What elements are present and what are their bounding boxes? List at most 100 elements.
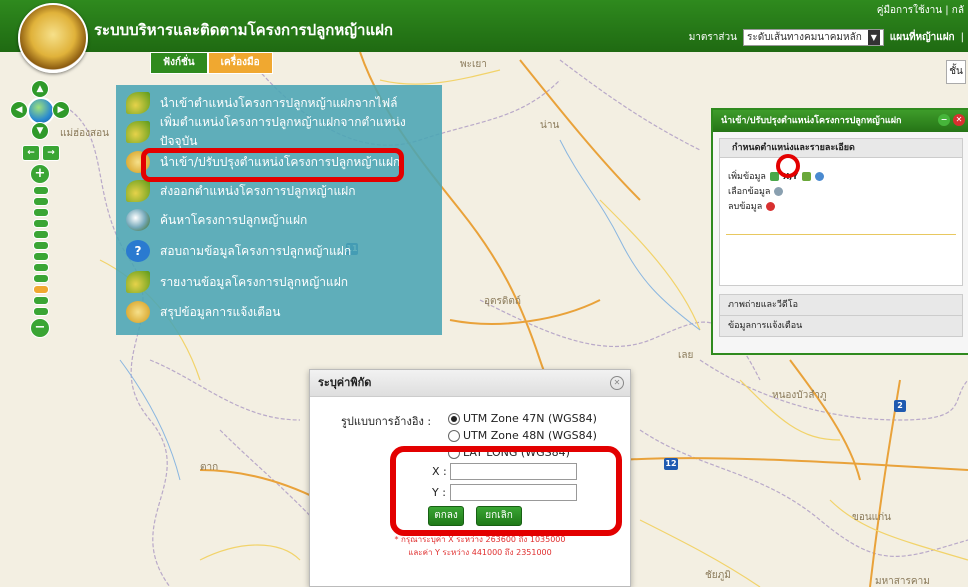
menu-item-report[interactable]: รายงานข้อมูลโครงการปลูกหญ้าแฝก bbox=[126, 269, 348, 295]
tab-function[interactable]: ฟังก์ชั่น bbox=[150, 52, 208, 74]
history-controls: ← → bbox=[22, 143, 60, 163]
map-label: น่าน bbox=[540, 120, 560, 131]
layer-button[interactable]: ชั้น bbox=[946, 60, 966, 84]
question-icon: ? bbox=[126, 240, 150, 262]
panel-title-text: นำเข้า/ปรับปรุงตำแหน่งโครงการปลูกหญ้าแฝก bbox=[721, 116, 902, 126]
select-data-label: เลือกข้อมูล bbox=[728, 187, 771, 197]
menu-item-search[interactable]: ค้นหาโครงการปลูกหญ้าแฝก bbox=[126, 207, 307, 233]
y-range-note: และค่า Y ระหว่าง 441000 ถึง 2351000 bbox=[408, 548, 552, 557]
map-label: อุตรดิตถ์ bbox=[484, 296, 521, 307]
zoom-level[interactable] bbox=[33, 241, 49, 250]
add-data-row: เพิ่มข้อมูล X,Y bbox=[728, 169, 824, 183]
search-icon bbox=[126, 209, 150, 231]
map-label: พะเยา bbox=[460, 59, 487, 70]
zoom-level[interactable] bbox=[33, 230, 49, 239]
zoom-level[interactable] bbox=[33, 186, 49, 195]
zoom-level[interactable] bbox=[33, 296, 49, 305]
zoom-control: + − bbox=[30, 162, 52, 340]
forward-arrow-icon[interactable]: → bbox=[42, 145, 60, 161]
menu-item-alert-summary[interactable]: สรุปข้อมูลการแจ้งเตือน bbox=[126, 299, 280, 325]
header-links[interactable]: คู่มือการใช้งาน | กลั bbox=[877, 3, 964, 18]
close-icon[interactable]: ✕ bbox=[953, 114, 965, 126]
pan-left-icon[interactable]: ◀ bbox=[10, 101, 28, 119]
radio-utm47[interactable]: UTM Zone 47N (WGS84) bbox=[448, 412, 597, 425]
zoom-level[interactable] bbox=[33, 252, 49, 261]
back-arrow-icon[interactable]: ← bbox=[22, 145, 40, 161]
scale-label: มาตราส่วน bbox=[688, 32, 737, 43]
minimize-icon[interactable]: − bbox=[938, 114, 950, 126]
separator: | bbox=[960, 32, 964, 43]
menu-item-label: สรุปข้อมูลการแจ้งเตือน bbox=[160, 304, 281, 319]
zoom-level[interactable] bbox=[33, 208, 49, 217]
export-leaf-icon bbox=[126, 180, 150, 202]
map-label: มหาสารคาม bbox=[875, 576, 930, 587]
highlight-box bbox=[141, 148, 404, 182]
menu-item-label: ค้นหาโครงการปลูกหญ้าแฝก bbox=[160, 212, 308, 227]
zoom-level[interactable] bbox=[33, 263, 49, 272]
panel-window-buttons: − ✕ bbox=[938, 114, 965, 126]
menu-item-add-current[interactable]: เพิ่มตำแหน่งโครงการปลูกหญ้าแฝกจากตำแหน่ง… bbox=[126, 115, 442, 148]
delete-icon[interactable] bbox=[766, 201, 776, 211]
map-label: หนองบัวลำภู bbox=[772, 390, 827, 401]
zoom-level[interactable] bbox=[33, 197, 49, 206]
import-update-panel: นำเข้า/ปรับปรุงตำแหน่งโครงการปลูกหญ้าแฝก… bbox=[711, 108, 968, 355]
app-title: ระบบบริหารและติดตามโครงการปลูกหญ้าแฝก bbox=[94, 21, 394, 39]
menu-item-label: นำเข้าตำแหน่งโครงการปลูกหญ้าแฝกจากไฟล์ bbox=[160, 95, 398, 110]
menu-item-label: เพิ่มตำแหน่งโครงการปลูกหญ้าแฝกจากตำแหน่ง… bbox=[159, 115, 406, 148]
gps-icon[interactable] bbox=[814, 171, 824, 181]
tab-bar: ฟังก์ชั่น เครื่องมือ bbox=[150, 52, 273, 74]
radio-button[interactable] bbox=[448, 429, 460, 442]
panel-title: นำเข้า/ปรับปรุงตำแหน่งโครงการปลูกหญ้าแฝก… bbox=[713, 110, 968, 132]
zoom-out-icon[interactable]: − bbox=[30, 318, 50, 338]
radio-label: UTM Zone 48N (WGS84) bbox=[463, 429, 597, 442]
map-label: เลย bbox=[678, 350, 694, 361]
select-data-row: เลือกข้อมูล bbox=[728, 184, 784, 198]
leaf-icon bbox=[126, 92, 150, 114]
route-shield: 12 bbox=[664, 458, 678, 470]
panel-body: กำหนดตำแหน่งและรายละเอียด เพิ่มข้อมูล X,… bbox=[719, 138, 963, 286]
pan-up-icon[interactable]: ▲ bbox=[31, 80, 49, 98]
select-icon[interactable] bbox=[774, 186, 784, 196]
app-header: ระบบบริหารและติดตามโครงการปลูกหญ้าแฝก คู… bbox=[0, 0, 968, 52]
zoom-level[interactable] bbox=[33, 219, 49, 228]
alert-info-tab[interactable]: ข้อมูลการแจ้งเตือน bbox=[719, 315, 963, 337]
menu-item-label: ส่งออกตำแหน่งโครงการปลูกหญ้าแฝก bbox=[160, 183, 356, 198]
section-header: กำหนดตำแหน่งและรายละเอียด bbox=[720, 139, 962, 158]
draw-line-icon[interactable] bbox=[801, 171, 811, 181]
menu-item-label: สอบถามข้อมูลโครงการปลูกหญ้าแฝก bbox=[160, 243, 352, 258]
chevron-down-icon: ▼ bbox=[867, 30, 880, 45]
zoom-level[interactable] bbox=[33, 274, 49, 283]
scale-select[interactable]: ระดับเส้นทางคมนาคมหลัก ▼ bbox=[742, 29, 884, 46]
menu-item-label: รายงานข้อมูลโครงการปลูกหญ้าแฝก bbox=[160, 274, 349, 289]
pan-control: ▲ ▼ ◀ ▶ bbox=[10, 80, 70, 140]
tab-tools[interactable]: เครื่องมือ bbox=[207, 52, 273, 74]
media-tab[interactable]: ภาพถ่ายและวีดีโอ bbox=[719, 294, 963, 316]
route-shield: 2 bbox=[894, 400, 906, 412]
delete-data-label: ลบข้อมูล bbox=[728, 202, 763, 212]
close-icon[interactable]: ✕ bbox=[610, 376, 624, 390]
map-label: ชัยภูมิ bbox=[705, 570, 731, 581]
reference-label: รูปแบบการอ้างอิง : bbox=[341, 415, 432, 428]
pan-down-icon[interactable]: ▼ bbox=[31, 122, 49, 140]
highlight-circle bbox=[776, 154, 800, 178]
map-type-label[interactable]: แผนที่หญ้าแฝก bbox=[890, 30, 955, 45]
header-controls: มาตราส่วน ระดับเส้นทางคมนาคมหลัก ▼ แผนที… bbox=[689, 29, 964, 46]
delete-data-row: ลบข้อมูล bbox=[728, 199, 776, 213]
zoom-level[interactable] bbox=[33, 307, 49, 316]
alert-icon bbox=[126, 301, 150, 323]
map-label: ตาก bbox=[200, 462, 219, 473]
zoom-in-icon[interactable]: + bbox=[30, 164, 50, 184]
dialog-title-text: ระบุค่าพิกัด bbox=[318, 376, 372, 389]
highlight-box bbox=[390, 446, 622, 536]
zoom-level-current[interactable] bbox=[33, 285, 49, 294]
pan-right-icon[interactable]: ▶ bbox=[52, 101, 70, 119]
radio-button[interactable] bbox=[448, 412, 460, 425]
menu-item-query[interactable]: ? สอบถามข้อมูลโครงการปลูกหญ้าแฝก bbox=[126, 238, 351, 264]
divider bbox=[726, 234, 956, 235]
radio-utm48[interactable]: UTM Zone 48N (WGS84) bbox=[448, 429, 597, 442]
logo bbox=[18, 3, 88, 73]
leaf-location-icon bbox=[126, 121, 150, 143]
function-menu: นำเข้าตำแหน่งโครงการปลูกหญ้าแฝกจากไฟล์ เ… bbox=[116, 85, 442, 335]
scale-select-value: ระดับเส้นทางคมนาคมหลัก bbox=[746, 32, 862, 43]
globe-icon[interactable] bbox=[27, 97, 55, 125]
